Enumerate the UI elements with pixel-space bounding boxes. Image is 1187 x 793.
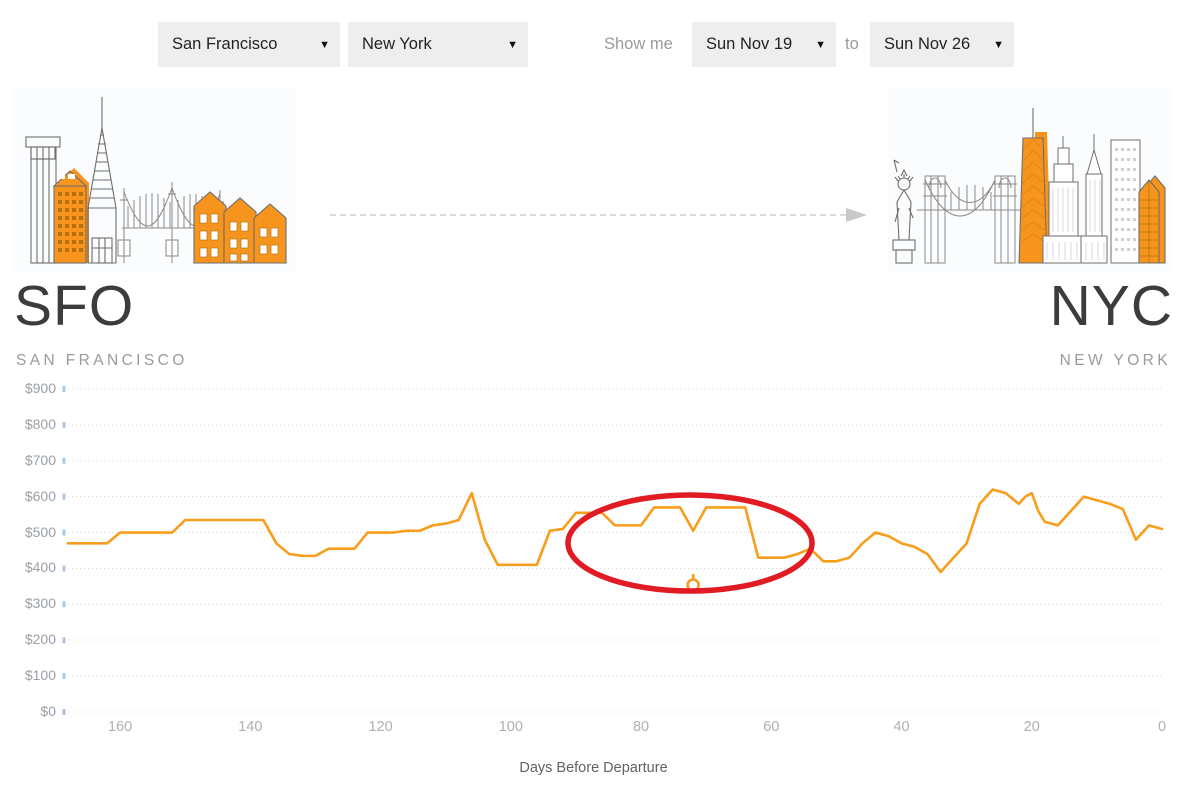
to-label: to — [845, 22, 859, 67]
x-axis-tick-label: 160 — [95, 719, 145, 735]
origin-airport-code: SFO — [14, 278, 134, 335]
end-date-dropdown[interactable]: Sun Nov 26 ▼ — [870, 22, 1014, 67]
destination-airport-code: NYC — [1050, 278, 1173, 335]
price-history-chart: $900 $800 $700 $600 $500 $400 $300 $200 $100 $0 1… — [0, 375, 1187, 793]
filter-bar: San Francisco ▼ New York ▼ Show me Sun N… — [0, 0, 1187, 88]
end-date-value: Sun Nov 26 — [884, 22, 970, 67]
origin-city-name: SAN FRANCISCO — [16, 352, 188, 370]
x-axis-tick-label: 100 — [486, 719, 536, 735]
start-date-value: Sun Nov 19 — [706, 22, 792, 67]
y-axis-tick-label: $900 — [0, 380, 56, 396]
x-axis-title: Days Before Departure — [0, 760, 1187, 776]
chevron-down-icon: ▼ — [305, 39, 330, 51]
chevron-down-icon: ▼ — [979, 39, 1004, 51]
y-axis-tick-label: $100 — [0, 667, 56, 683]
destination-city-dropdown[interactable]: New York ▼ — [348, 22, 528, 67]
destination-city-value: New York — [362, 22, 432, 67]
chevron-down-icon: ▼ — [493, 39, 518, 51]
x-axis-tick-label: 120 — [356, 719, 406, 735]
y-axis-tick-label: $300 — [0, 595, 56, 611]
destination-city-name: NEW YORK — [1060, 352, 1171, 370]
chevron-down-icon: ▼ — [801, 39, 826, 51]
x-axis-tick-label: 40 — [877, 719, 927, 735]
y-axis-tick-label: $200 — [0, 631, 56, 647]
origin-city-value: San Francisco — [172, 22, 277, 67]
start-date-dropdown[interactable]: Sun Nov 19 ▼ — [692, 22, 836, 67]
x-axis-tick-label: 140 — [225, 719, 275, 735]
origin-city-dropdown[interactable]: San Francisco ▼ — [158, 22, 340, 67]
x-axis-tick-label: 20 — [1007, 719, 1057, 735]
origin-skyline-illustration — [12, 88, 297, 273]
route-arrow — [330, 205, 870, 225]
y-axis-tick-label: $500 — [0, 524, 56, 540]
x-axis-tick-label: 60 — [746, 719, 796, 735]
y-axis-tick-label: $600 — [0, 488, 56, 504]
y-axis-tick-label: $800 — [0, 416, 56, 432]
flight-price-explorer: San Francisco ▼ New York ▼ Show me Sun N… — [0, 0, 1187, 793]
destination-skyline-illustration — [887, 88, 1172, 273]
y-axis-tick-label: $700 — [0, 452, 56, 468]
y-axis-tick-label: $400 — [0, 559, 56, 575]
show-me-label: Show me — [604, 22, 673, 67]
x-axis-tick-label: 80 — [616, 719, 666, 735]
x-axis-tick-label: 0 — [1137, 719, 1187, 735]
chart-canvas — [0, 375, 1187, 775]
y-axis-tick-label: $0 — [0, 703, 56, 719]
